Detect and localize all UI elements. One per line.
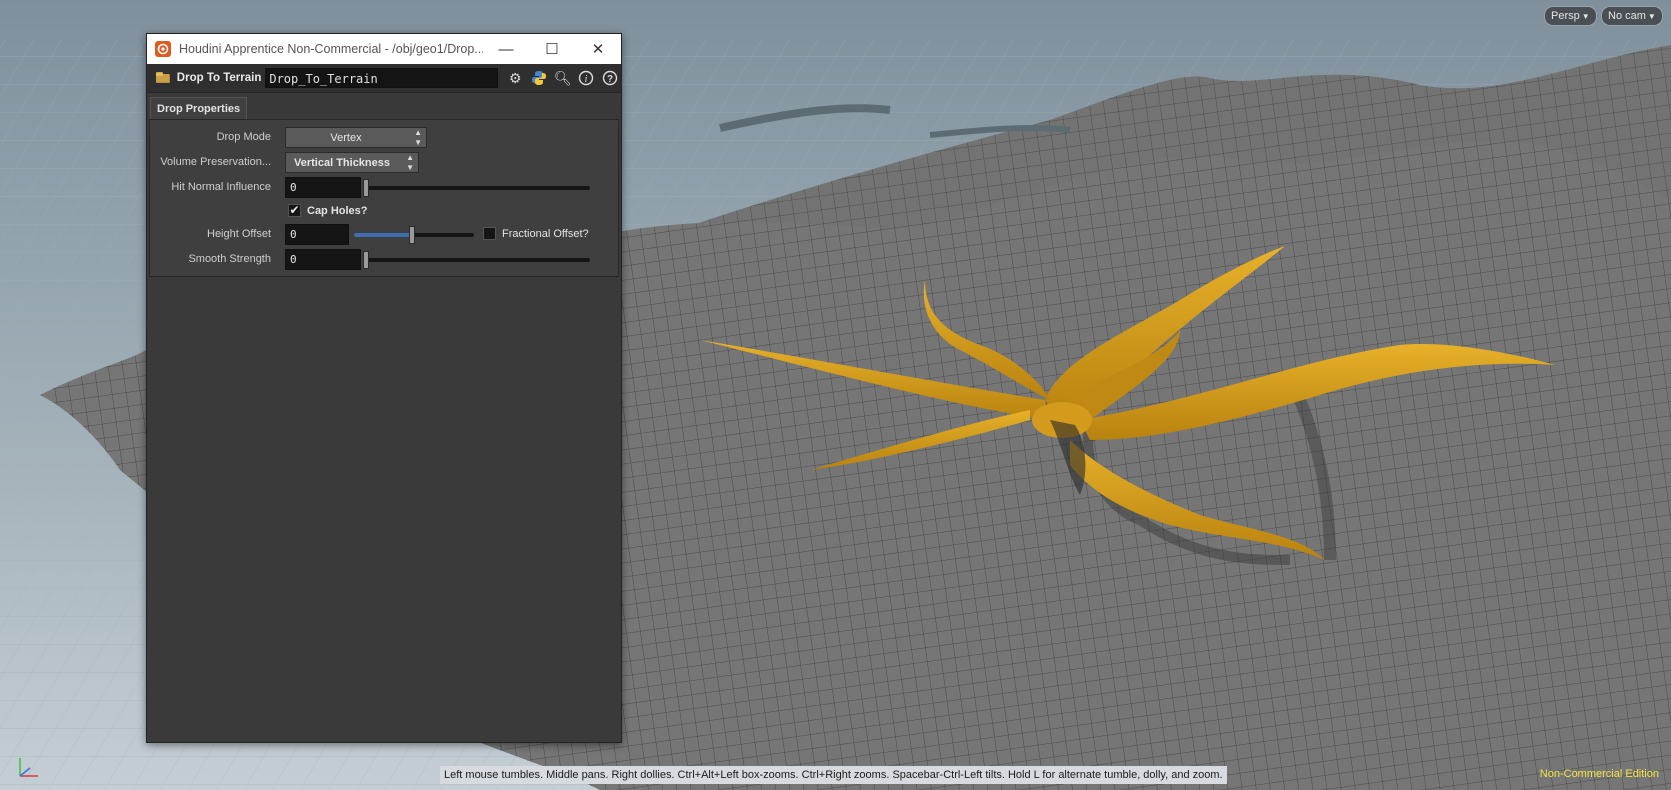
svg-text:?: ? [607,74,613,85]
smooth-strength-handle[interactable] [363,251,369,269]
status-message: Left mouse tumbles. Middle pans. Right d… [440,766,1227,784]
drop-mode-label: Drop Mode [216,131,271,143]
fractional-offset-checkbox[interactable] [483,227,496,240]
camera-label: No cam [1608,10,1646,22]
info-icon: i [579,70,594,86]
search-icon: 🔍︎ [553,69,572,86]
parameter-dialog: Houdini Apprentice Non-Commercial - /obj… [146,33,622,743]
close-icon: ✕ [591,41,605,58]
hit-normal-influence-slider[interactable] [363,186,590,190]
spinner-arrows-icon: ▲ ▼ [406,153,414,172]
tab-bar: Drop Properties [147,93,621,120]
houdini-logo-icon [155,41,171,57]
node-type-label: Drop To Terrain [176,72,262,84]
node-header: Drop To Terrain Drop_To_Terrain ⚙ 🔍︎ i ? [147,64,621,93]
checkmark-icon: ✔ [289,203,300,217]
info-button[interactable]: i [576,67,598,89]
help-button[interactable]: ? [599,67,621,89]
maximize-icon: ☐ [545,41,559,58]
close-button[interactable]: ✕ [575,34,621,64]
perspective-label: Persp [1551,10,1580,22]
camera-menu-button[interactable]: No cam ▼ [1601,6,1663,26]
volume-preservation-label: Volume Preservation... [160,156,271,168]
volume-preservation-value: Vertical Thickness [294,157,390,169]
minimize-button[interactable]: — [483,34,529,64]
param-row-height-offset: Height Offset 0 Fractional Offset? [150,224,618,246]
smooth-strength-slider[interactable] [363,258,590,262]
height-offset-field[interactable]: 0 [285,224,349,245]
edition-label: Non-Commercial Edition [1539,768,1659,780]
param-row-drop-mode: Drop Mode Vertex ▲ ▼ [150,127,618,149]
node-name-field[interactable]: Drop_To_Terrain [265,68,499,88]
hit-normal-influence-field[interactable]: 0 [285,177,361,198]
parameter-panel: Drop Mode Vertex ▲ ▼ Volume Preservation.… [149,119,619,277]
spinner-arrows-icon: ▲ ▼ [414,128,422,147]
cap-holes-label: Cap Holes? [307,205,368,217]
chevron-down-icon: ▼ [1647,12,1656,21]
minimize-icon: — [498,40,514,58]
drop-mode-select[interactable]: Vertex ▲ ▼ [285,127,427,148]
drop-mode-value: Vertex [330,132,362,144]
height-offset-slider-fill [354,233,412,237]
maximize-button[interactable]: ☐ [529,34,575,64]
python-button[interactable] [528,67,550,89]
dialog-title: Houdini Apprentice Non-Commercial - /obj… [179,42,483,56]
gear-menu-button[interactable]: ⚙ [504,67,526,89]
perspective-menu-button[interactable]: Persp ▼ [1544,6,1597,26]
smooth-strength-label: Smooth Strength [188,253,271,265]
volume-preservation-select[interactable]: Vertical Thickness ▲ ▼ [285,152,419,173]
dialog-titlebar[interactable]: Houdini Apprentice Non-Commercial - /obj… [147,34,621,64]
param-row-hit-normal-influence: Hit Normal Influence 0 [150,177,618,199]
node-type-icon [155,72,170,83]
help-icon: ? [602,70,618,86]
smooth-strength-field[interactable]: 0 [285,249,361,270]
param-row-volume-preservation: Volume Preservation... Vertical Thicknes… [150,152,618,174]
hit-normal-influence-label: Hit Normal Influence [171,181,271,193]
axis-gizmo-icon [19,758,38,777]
cap-holes-checkbox[interactable]: ✔ [288,204,301,217]
gear-icon: ⚙ [508,69,522,86]
param-row-cap-holes: ✔ Cap Holes? [150,201,618,223]
param-row-smooth-strength: Smooth Strength 0 [150,249,618,271]
height-offset-label: Height Offset [207,228,271,240]
svg-text:i: i [585,74,588,85]
search-button[interactable]: 🔍︎ [552,67,574,89]
tab-drop-properties[interactable]: Drop Properties [150,97,248,120]
hit-normal-influence-handle[interactable] [363,179,369,197]
chevron-down-icon: ▼ [1581,12,1590,21]
fractional-offset-label: Fractional Offset? [502,228,589,240]
python-icon [531,71,546,85]
height-offset-handle[interactable] [409,226,415,244]
